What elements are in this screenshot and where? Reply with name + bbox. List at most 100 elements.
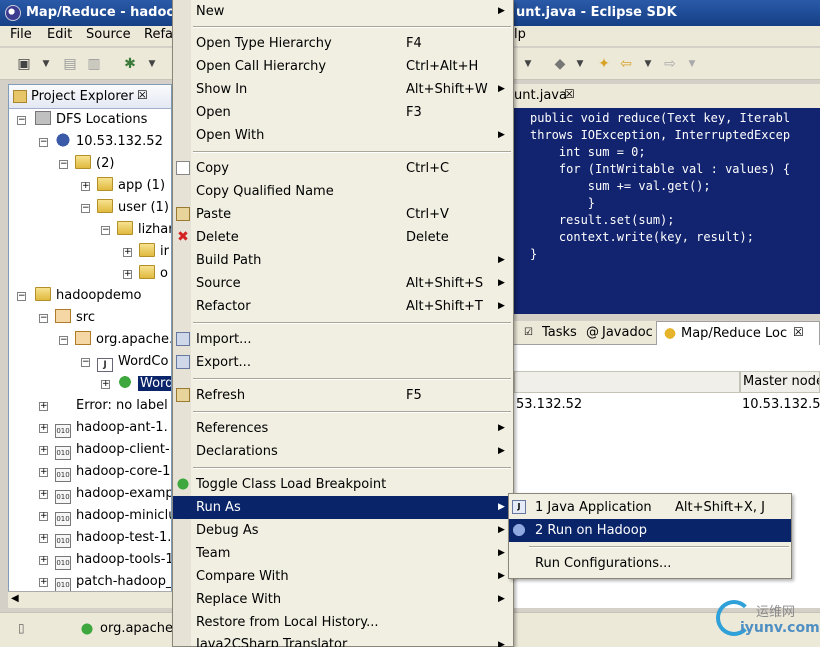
back-icon[interactable]: ⇦ [618,56,634,72]
menu-item-refactor[interactable]: Refactor Alt+Shift+T ▶ [173,295,513,318]
menu-file[interactable]: File [10,27,32,42]
collapse-icon[interactable]: − [59,336,68,345]
tree-item[interactable]: 010 hadoop-core-1 [55,462,170,482]
menu-item-java-application[interactable]: J1 Java Application Alt+Shift+X, J [509,496,791,519]
collapse-icon[interactable]: − [59,160,68,169]
new-icon[interactable]: ▣ [16,56,32,72]
project-explorer-tab[interactable]: Project Explorer ☒ [9,85,171,109]
menu-item-build-path[interactable]: Build Path ▶ [173,249,513,272]
menu-item-open[interactable]: Open F3 [173,101,513,124]
tab-tasks[interactable]: Tasks [542,325,577,340]
menu-item-source[interactable]: Source Alt+Shift+S ▶ [173,272,513,295]
tree-item[interactable]: 010 patch-hadoop_ [55,572,171,592]
menu-item-run-as[interactable]: Run As ▶ [173,496,513,519]
expand-icon[interactable]: + [39,534,48,543]
debug-dropdown-icon[interactable]: ▼ [144,56,160,72]
menu-item-show-in[interactable]: Show In Alt+Shift+W ▶ [173,78,513,101]
tree-item[interactable]: hadoopdemo [35,286,141,306]
collapse-icon[interactable]: − [39,138,48,147]
expand-icon[interactable]: + [123,270,132,279]
collapse-icon[interactable]: − [39,314,48,323]
expand-icon[interactable]: + [39,468,48,477]
menu-source[interactable]: Source [86,27,131,42]
expand-icon[interactable]: + [39,402,48,411]
menu-item-open-call-hierarchy[interactable]: Open Call Hierarchy Ctrl+Alt+H [173,55,513,78]
expand-icon[interactable]: + [101,380,110,389]
menu-item-paste[interactable]: Paste Ctrl+V [173,203,513,226]
collapse-icon[interactable]: − [101,226,110,235]
tree-item[interactable]: app (1) [97,176,165,196]
new-dropdown-icon[interactable]: ▼ [38,56,54,72]
tree-item[interactable]: src [55,308,95,328]
forward-icon[interactable]: ⇨ [662,56,678,72]
tree-item[interactable]: lizhar [117,220,171,240]
tree-item[interactable]: ir [139,242,169,262]
tree-item[interactable]: 010 hadoop-examp [55,484,171,504]
menu-item-java2csharp-translator[interactable]: Java2CSharp Translator ▶ [173,634,513,647]
tree-item[interactable]: (2) [75,154,114,174]
annotation-icon[interactable]: ◆ [552,56,568,72]
tree-item[interactable]: 010 hadoop-miniclu [55,506,171,526]
menu-item-copy[interactable]: Copy Ctrl+C [173,157,513,180]
menu-item-delete[interactable]: ✖ Delete Delete [173,226,513,249]
menu-item-run-configurations[interactable]: Run Configurations... [509,552,791,575]
tree-item[interactable]: user (1) [97,198,169,218]
expand-icon[interactable]: + [39,424,48,433]
code-editor[interactable]: public void reduce(Text key, Iterabl thr… [514,108,820,314]
column-header-master-node[interactable]: Master node [740,371,820,393]
save-icon[interactable]: ▤ [62,56,78,72]
menu-item-declarations[interactable]: Declarations ▶ [173,440,513,463]
toolbar-dropdown-icon[interactable]: ▼ [520,56,536,72]
tree-item[interactable]: J WordCo [97,352,168,372]
close-icon[interactable]: ☒ [137,88,148,102]
menu-item-run-on-hadoop[interactable]: 2 Run on Hadoop [509,519,791,542]
collapse-icon[interactable]: − [81,358,90,367]
menu-item-restore-from-local-history[interactable]: Restore from Local History... [173,611,513,634]
back-dropdown-icon[interactable]: ▼ [640,56,656,72]
menu-item-open-type-hierarchy[interactable]: Open Type Hierarchy F4 [173,32,513,55]
menu-item-refresh[interactable]: Refresh F5 [173,384,513,407]
menu-item-open-with[interactable]: Open With ▶ [173,124,513,147]
tree-item[interactable]: org.apache. [75,330,171,350]
menu-item-new[interactable]: New ▶ [173,0,513,23]
tree-item[interactable]: DFS Locations [35,110,147,130]
menu-item-toggle-class-load-breakpoint[interactable]: Toggle Class Load Breakpoint [173,473,513,496]
collapse-icon[interactable]: − [81,204,90,213]
menu-item-compare-with[interactable]: Compare With ▶ [173,565,513,588]
menu-item-team[interactable]: Team ▶ [173,542,513,565]
expand-icon[interactable]: + [39,490,48,499]
tab-mapreduce-locations[interactable]: Map/Reduce Loc ☒ [656,321,820,345]
menu-edit[interactable]: Edit [47,27,72,42]
menu-item-import[interactable]: Import... [173,328,513,351]
collapse-icon[interactable]: − [17,116,26,125]
menu-item-replace-with[interactable]: Replace With ▶ [173,588,513,611]
tree-item[interactable]: 010 hadoop-tools-1 [55,550,171,570]
tree-item[interactable]: Word [117,374,171,394]
editor-tab[interactable]: unt.java ☒ [514,84,820,108]
fast-view-icon[interactable]: ▯ [18,621,25,635]
tree-item[interactable]: 010 hadoop-ant-1. [55,418,168,438]
tree-item[interactable]: 10.53.132.52 [55,132,163,152]
last-edit-icon[interactable]: ✦ [596,56,612,72]
menu-item-references[interactable]: References ▶ [173,417,513,440]
tab-javadoc[interactable]: Javadoc [602,325,653,340]
column-header[interactable] [514,371,740,393]
horizontal-scrollbar[interactable]: ◀ [8,591,172,608]
menu-refactor[interactable]: Refa [144,27,173,42]
menu-help[interactable]: lp [514,27,526,42]
expand-icon[interactable]: + [39,578,48,587]
tree-item[interactable]: o [139,264,168,284]
tree-item[interactable]: 010 hadoop-test-1. [55,528,171,548]
menu-item-export[interactable]: Export... [173,351,513,374]
debug-icon[interactable]: ✱ [122,56,138,72]
tree-item[interactable]: 010 hadoop-client- [55,440,170,460]
expand-icon[interactable]: + [123,248,132,257]
collapse-icon[interactable]: − [17,292,26,301]
close-icon[interactable]: ☒ [793,325,804,339]
expand-icon[interactable]: + [39,512,48,521]
menu-item-copy-qualified-name[interactable]: Copy Qualified Name [173,180,513,203]
scroll-left-icon[interactable]: ◀ [11,593,19,604]
expand-icon[interactable]: + [81,182,90,191]
menu-item-debug-as[interactable]: Debug As ▶ [173,519,513,542]
close-icon[interactable]: ☒ [564,87,575,101]
